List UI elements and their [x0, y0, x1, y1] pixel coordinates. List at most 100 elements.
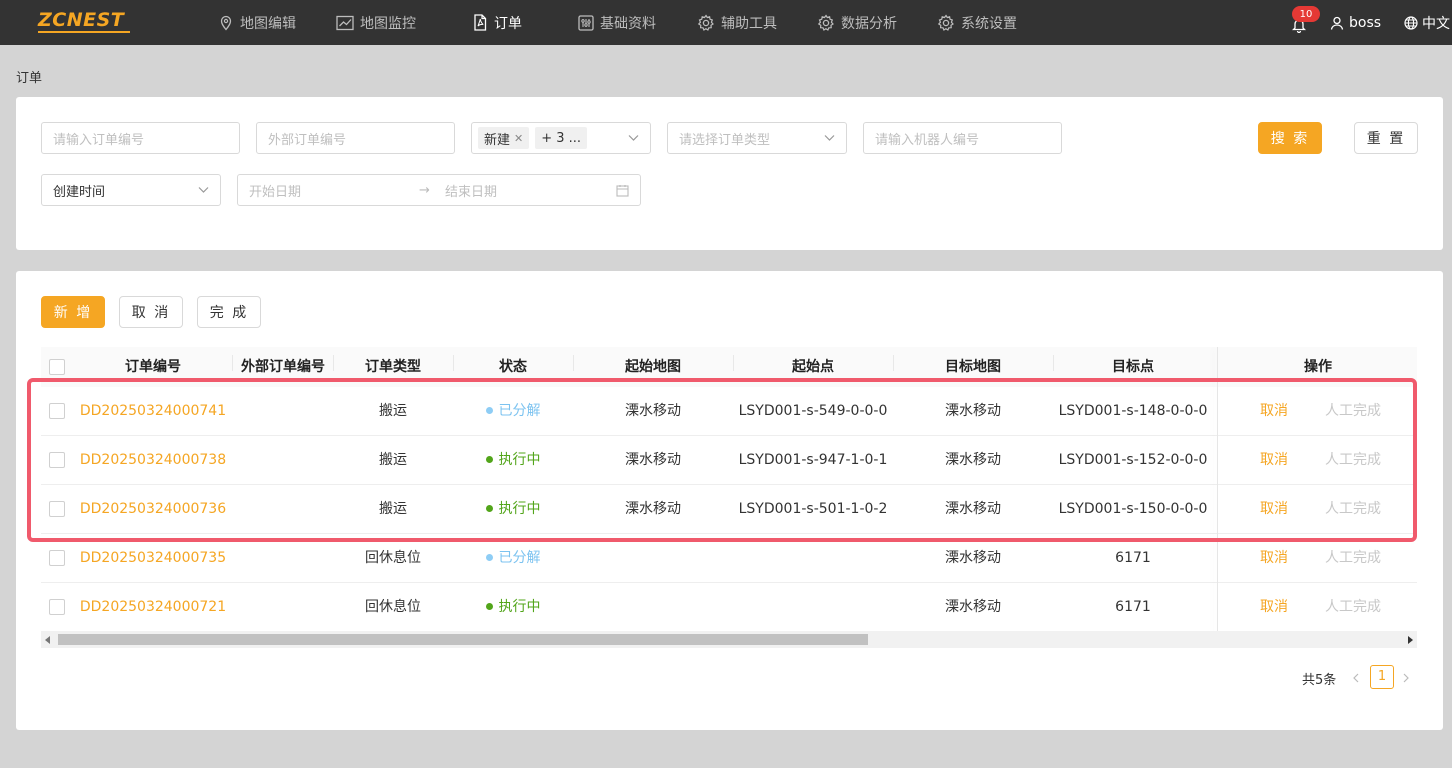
- order-number-link[interactable]: DD20250324000721: [73, 583, 233, 632]
- row-checkbox[interactable]: [49, 403, 65, 419]
- table-row[interactable]: DD20250324000741 搬运 溧水移动 LSYD001-s-549-0-0-…: [41, 387, 1417, 436]
- row-checkbox[interactable]: [49, 452, 65, 468]
- nav-item-system-settings[interactable]: 系统设置: [937, 0, 1017, 45]
- row-cancel-button[interactable]: 取消: [1241, 485, 1307, 534]
- nav-item-orders[interactable]: 订单: [472, 0, 522, 45]
- start-map: 溧水移动: [625, 403, 681, 419]
- order-number-link[interactable]: DD20250324000735: [73, 534, 233, 583]
- table-row[interactable]: DD20250324000721 回休息位 溧水移动 6171 执行中 取消 人工完成: [41, 583, 1417, 632]
- page-number-current[interactable]: 1: [1370, 665, 1394, 689]
- cancel-orders-button[interactable]: 取 消: [119, 296, 183, 328]
- scroll-right-icon[interactable]: [1407, 636, 1413, 644]
- start-date-placeholder: 开始日期: [249, 184, 302, 200]
- nav-item-aux-tools[interactable]: 辅助工具: [697, 0, 777, 45]
- status-tag: 新建 ✕: [478, 127, 530, 149]
- robot-number-input[interactable]: 请输入机器人编号: [863, 122, 1062, 154]
- row-manual-complete-button[interactable]: 人工完成: [1317, 534, 1389, 583]
- map-pin-icon: [220, 15, 232, 30]
- nav-item-map-monitor[interactable]: 地图监控: [336, 0, 416, 45]
- status-cell: 已分解: [453, 534, 573, 583]
- order-number-input[interactable]: 请输入订单编号: [41, 122, 240, 154]
- brand-logo[interactable]: ZCNEST: [38, 9, 124, 31]
- order-type: 搬运: [379, 501, 407, 517]
- row-manual-complete-button[interactable]: 人工完成: [1317, 485, 1389, 534]
- status-dot: [485, 455, 493, 463]
- prev-page-button[interactable]: [1352, 666, 1360, 690]
- row-cancel-button[interactable]: 取消: [1241, 436, 1307, 485]
- column-header[interactable]: 订单编号: [73, 347, 233, 387]
- scroll-left-icon[interactable]: [45, 636, 51, 644]
- nav-label: 基础资料: [600, 15, 656, 32]
- table-row[interactable]: DD20250324000736 搬运 溧水移动 LSYD001-s-501-1-0-…: [41, 485, 1417, 534]
- column-header[interactable]: 状态: [453, 347, 573, 387]
- next-page-button[interactable]: [1402, 666, 1410, 690]
- status-badge: 执行中: [498, 501, 541, 517]
- table-row[interactable]: DD20250324000738 搬运 溧水移动 LSYD001-s-947-1-0-…: [41, 436, 1417, 485]
- external-order-number-input[interactable]: 外部订单编号: [256, 122, 455, 154]
- row-manual-complete-button[interactable]: 人工完成: [1317, 436, 1389, 485]
- column-header[interactable]: 目标地图: [893, 347, 1053, 387]
- language-switch[interactable]: 中文: [1404, 0, 1450, 45]
- external-order-number: [233, 485, 333, 534]
- search-button[interactable]: 搜 索: [1258, 122, 1322, 154]
- column-header[interactable]: 操作: [1218, 347, 1418, 387]
- row-checkbox[interactable]: [49, 501, 65, 517]
- nav-item-map-edit[interactable]: 地图编辑: [218, 0, 296, 45]
- target-point: LSYD001-s-150-0-0-0: [1058, 501, 1208, 517]
- column-header[interactable]: 外部订单编号: [233, 347, 333, 387]
- top-navigation-bar: ZCNEST 地图编辑 地图监控 订单 基础资料 辅助工具 数据分析 系统设置 …: [0, 0, 1452, 45]
- range-arrow: →: [419, 182, 430, 198]
- row-cancel-button[interactable]: 取消: [1241, 534, 1307, 583]
- table-row[interactable]: DD20250324000735 回休息位 溧水移动 6171 已分解 取消 人工完成: [41, 534, 1417, 583]
- status-badge: 执行中: [498, 452, 541, 468]
- globe-icon: [1404, 15, 1418, 30]
- chevron-down-icon: [628, 135, 639, 141]
- date-range-picker[interactable]: 开始日期 → 结束日期: [237, 174, 641, 206]
- row-checkbox[interactable]: [49, 599, 65, 615]
- column-header[interactable]: 目标点: [1053, 347, 1213, 387]
- nav-label: 地图监控: [360, 15, 416, 32]
- scrollbar-thumb[interactable]: [58, 634, 868, 645]
- nav-label: 地图编辑: [240, 15, 296, 32]
- column-header[interactable]: 订单类型: [333, 347, 453, 387]
- target-point: 6171: [1115, 550, 1151, 566]
- complete-orders-button[interactable]: 完 成: [197, 296, 261, 328]
- nav-item-data-analysis[interactable]: 数据分析: [817, 0, 897, 45]
- order-type-select[interactable]: 请选择订单类型: [667, 122, 847, 154]
- order-number-link[interactable]: DD20250324000738: [73, 436, 233, 485]
- status-multiselect[interactable]: 新建 ✕ + 3 ...: [471, 122, 651, 154]
- target-point: 6171: [1115, 599, 1151, 615]
- reset-button[interactable]: 重 置: [1354, 122, 1418, 154]
- row-manual-complete-button[interactable]: 人工完成: [1317, 583, 1389, 632]
- nav-item-basic-data[interactable]: 基础资料: [578, 0, 656, 45]
- horizontal-scrollbar[interactable]: [41, 631, 1417, 648]
- time-type-select[interactable]: 创建时间: [41, 174, 221, 206]
- gear-icon: [937, 13, 954, 31]
- status-cell: 已分解: [453, 387, 573, 436]
- row-manual-complete-button[interactable]: 人工完成: [1317, 387, 1389, 436]
- select-all-checkbox[interactable]: [49, 359, 65, 375]
- column-header[interactable]: 起始地图: [573, 347, 733, 387]
- settings-sliders-icon: [578, 14, 594, 31]
- gear-icon: [817, 13, 834, 31]
- status-dot: [485, 553, 493, 561]
- close-icon[interactable]: ✕: [514, 132, 523, 145]
- gear-icon: [697, 13, 714, 31]
- order-type: 搬运: [379, 452, 407, 468]
- order-type: 回休息位: [365, 599, 421, 615]
- order-number-link[interactable]: DD20250324000741: [73, 387, 233, 436]
- row-checkbox[interactable]: [49, 550, 65, 566]
- row-cancel-button[interactable]: 取消: [1241, 583, 1307, 632]
- order-number-link[interactable]: DD20250324000736: [73, 485, 233, 534]
- user-menu[interactable]: boss: [1330, 0, 1381, 45]
- pagination-total: 共5条: [1302, 672, 1337, 688]
- order-type: 搬运: [379, 403, 407, 419]
- status-dot: [485, 406, 493, 414]
- column-header[interactable]: 起始点: [733, 347, 893, 387]
- table-header: 订单编号 外部订单编号 订单类型 状态 起始地图 起始点 目标地图 目标点 操作: [41, 347, 1417, 387]
- row-cancel-button[interactable]: 取消: [1241, 387, 1307, 436]
- add-order-button[interactable]: 新 增: [41, 296, 105, 328]
- chevron-down-icon: [824, 135, 835, 141]
- external-order-number: [233, 436, 333, 485]
- document-icon: [474, 14, 487, 31]
